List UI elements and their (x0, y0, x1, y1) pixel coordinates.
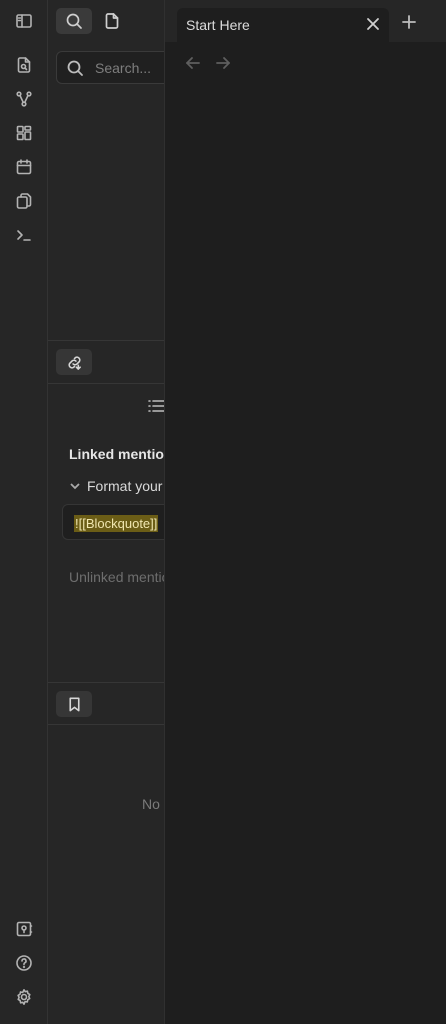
mention-highlight[interactable]: ![[Blockquote]] (74, 515, 159, 532)
bookmarks-empty-text: No bookmarks yet. (142, 796, 164, 812)
backlink-file-row[interactable]: Format your notes (69, 478, 164, 494)
tab-start-here[interactable]: Start Here (177, 8, 389, 42)
backlink-file-name[interactable]: Format your notes (87, 478, 164, 494)
bookmarks-tab-button[interactable] (56, 691, 92, 717)
left-sidebar: Linked mentions Format your notes ![[Blo… (48, 0, 164, 1024)
files-tab-icon[interactable] (94, 8, 130, 34)
chevron-down-icon[interactable] (69, 480, 81, 492)
section-divider (48, 340, 164, 341)
section-divider (48, 682, 164, 683)
arrow-right-icon[interactable] (215, 55, 231, 71)
tab-title: Start Here (186, 17, 250, 33)
tab-bar: Start Here (165, 0, 446, 42)
left-ribbon (0, 0, 48, 1024)
search-input[interactable] (95, 58, 164, 78)
help-icon[interactable] (12, 951, 36, 975)
arrow-left-icon[interactable] (185, 55, 201, 71)
unlinked-mentions-heading[interactable]: Unlinked mentions (69, 569, 164, 585)
close-icon[interactable] (365, 16, 381, 32)
templates-icon[interactable] (12, 189, 36, 213)
graph-view-icon[interactable] (12, 87, 36, 111)
command-palette-icon[interactable] (12, 223, 36, 247)
search-icon (67, 60, 83, 76)
search-tab-icon[interactable] (56, 8, 92, 34)
backlinks-tab-button[interactable] (56, 349, 92, 375)
plus-icon[interactable] (401, 14, 417, 30)
settings-icon[interactable] (12, 985, 36, 1009)
linked-mentions-heading[interactable]: Linked mentions (69, 446, 164, 462)
list-options-icon[interactable] (148, 398, 164, 414)
quick-switcher-icon[interactable] (12, 53, 36, 77)
bookmark-icon (68, 697, 80, 711)
sidebar-toggle-icon[interactable] (12, 9, 36, 33)
sidebar-tab-header (48, 0, 164, 42)
section-divider (48, 383, 164, 384)
backlink-icon (67, 355, 81, 370)
search-field[interactable] (56, 51, 164, 84)
daily-notes-icon[interactable] (12, 155, 36, 179)
vault-icon[interactable] (12, 917, 36, 941)
main-editor-area: Start Here (164, 0, 446, 1024)
mention-snippet[interactable]: ![[Blockquote]] (62, 504, 164, 540)
section-divider (48, 724, 164, 725)
canvas-icon[interactable] (12, 121, 36, 145)
